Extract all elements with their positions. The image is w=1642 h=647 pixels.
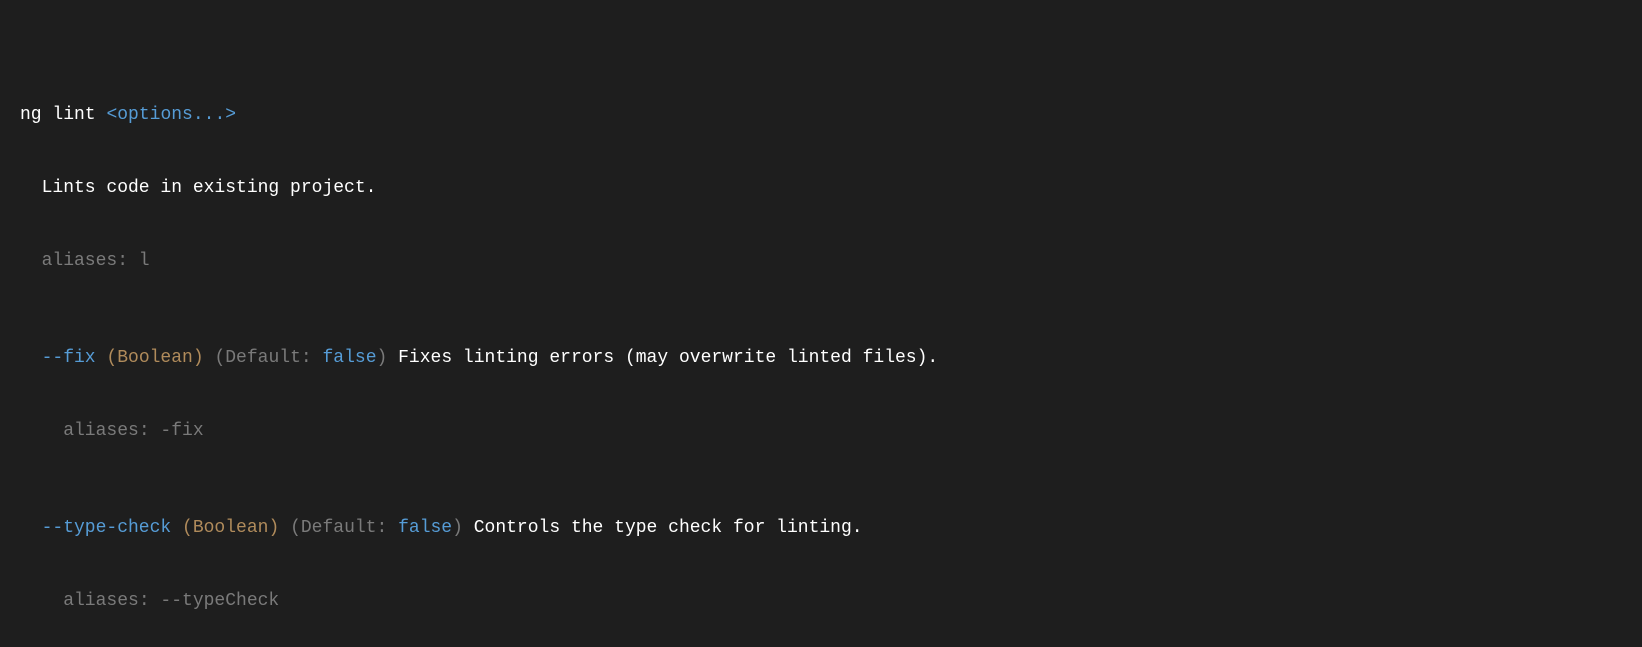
flag-line: --type-check (Boolean) (Default: false) … [20,516,1642,540]
command-header: ng lint <options...> [20,103,1642,127]
default-value: false [322,348,376,368]
default-label: (Default: [290,518,398,538]
default-close: ) [377,348,388,368]
flag-name: --type-check [42,518,172,538]
command-aliases: aliases: l [20,249,1642,273]
flag-desc: Fixes linting errors (may overwrite lint… [387,348,938,368]
terminal-output[interactable]: ng lint <options...> Lints code in exist… [0,0,1642,647]
command-name: ng lint [20,105,96,125]
flag-line: --fix (Boolean) (Default: false) Fixes l… [20,346,1642,370]
flag-desc: Controls the type check for linting. [463,518,863,538]
flag-alias: aliases: --typeCheck [20,589,1642,613]
default-value: false [398,518,452,538]
flag-alias: aliases: -fix [20,419,1642,443]
default-close: ) [452,518,463,538]
flag-type: (Boolean) [106,348,203,368]
default-label: (Default: [214,348,322,368]
command-description: Lints code in existing project. [20,176,1642,200]
flag-name: --fix [42,348,96,368]
flag-type: (Boolean) [182,518,279,538]
options-placeholder: <options...> [106,105,236,125]
